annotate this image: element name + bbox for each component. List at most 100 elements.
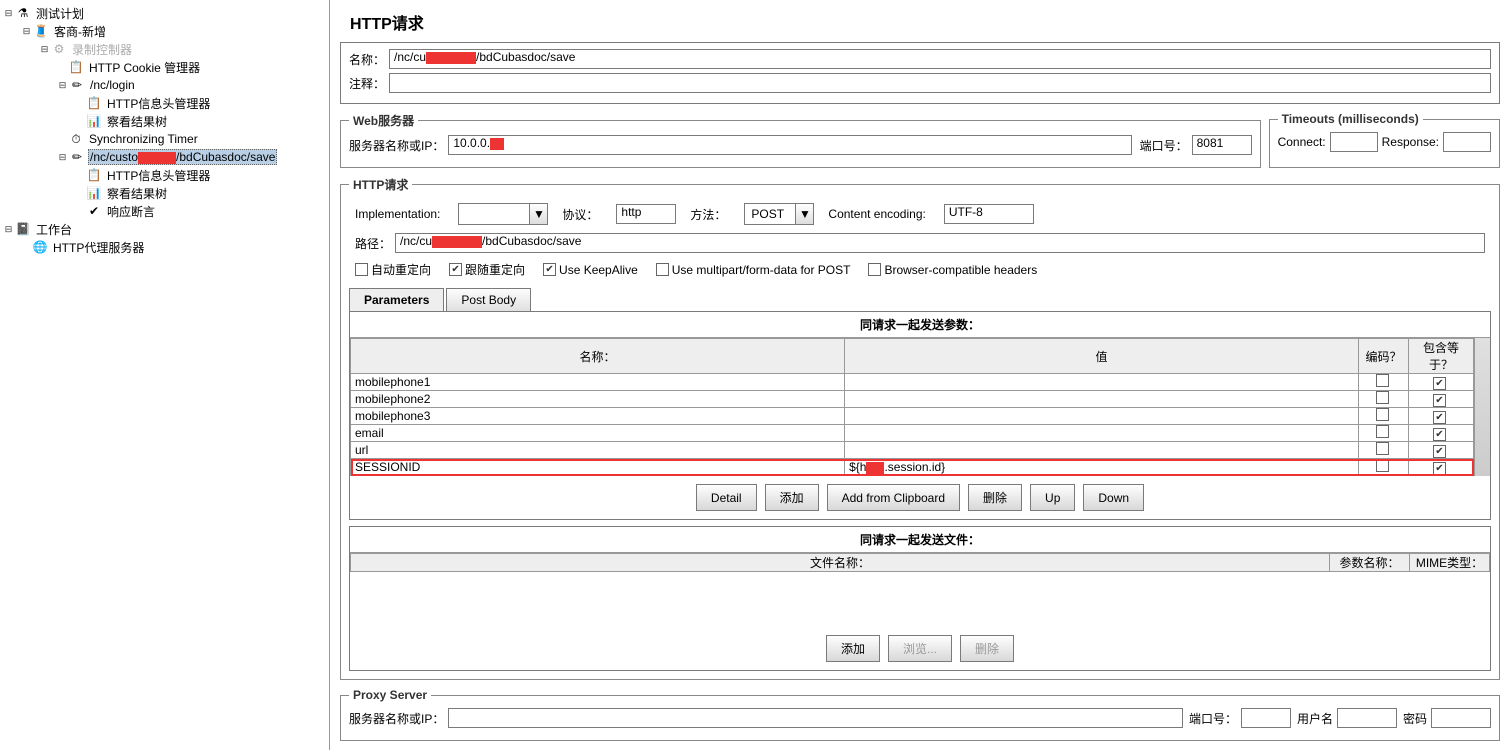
- col-name[interactable]: 名称：: [351, 339, 845, 374]
- results-icon: 📊: [86, 185, 102, 201]
- scrollbar[interactable]: [1474, 338, 1490, 476]
- tree-label: /nc/custo/bdCubasdoc/save: [88, 149, 277, 165]
- cb-follow[interactable]: 跟随重定向: [449, 261, 525, 278]
- proxy-pass-label: 密码: [1403, 710, 1427, 727]
- col-mime[interactable]: MIME类型：: [1410, 554, 1490, 572]
- sampler-icon: ✏: [69, 77, 85, 93]
- name-input[interactable]: /nc/cu/bdCubasdoc/save: [389, 49, 1491, 69]
- delete-button[interactable]: 删除: [968, 484, 1022, 511]
- response-input[interactable]: [1443, 132, 1491, 152]
- tree-results2[interactable]: 📊 察看结果树: [0, 184, 329, 202]
- timer-icon: ⏱: [68, 131, 84, 147]
- workbench-icon: 📓: [15, 221, 31, 237]
- tree-label: 客商-新增: [52, 23, 108, 40]
- chevron-down-icon: ▼: [529, 204, 547, 224]
- proto-label: 协议：: [562, 206, 598, 223]
- response-label: Response:: [1382, 135, 1439, 149]
- params-table-wrap: 同请求一起发送参数： 名称： 值 编码？ 包含等于？ mobilephone1m…: [349, 311, 1491, 520]
- toggle-icon[interactable]: ⊟: [22, 27, 31, 36]
- legend: HTTP请求: [349, 176, 412, 193]
- toggle-icon[interactable]: ⊟: [4, 225, 13, 234]
- impl-label: Implementation:: [355, 207, 440, 221]
- results-icon: 📊: [86, 113, 102, 129]
- tree-label: Synchronizing Timer: [87, 132, 200, 146]
- col-enc[interactable]: 编码？: [1359, 339, 1409, 374]
- connect-input[interactable]: [1330, 132, 1378, 152]
- tree-root[interactable]: ⊟ ⚗ 测试计划: [0, 4, 329, 22]
- legend: Web服务器: [349, 112, 418, 129]
- tree-threadgroup[interactable]: ⊟ 🧵 客商-新增: [0, 22, 329, 40]
- assert-icon: ✔: [86, 203, 102, 219]
- proxy-port-input[interactable]: [1241, 708, 1291, 728]
- tree-sync-timer[interactable]: ⏱ Synchronizing Timer: [0, 130, 329, 148]
- tree-cookie-mgr[interactable]: 📋 HTTP Cookie 管理器: [0, 58, 329, 76]
- toggle-icon[interactable]: ⊟: [4, 9, 13, 18]
- proxy-icon: 🌐: [32, 239, 48, 255]
- tab-postbody[interactable]: Post Body: [446, 288, 531, 311]
- file-delete-button[interactable]: 删除: [960, 635, 1014, 662]
- tree-header-mgr2[interactable]: 📋 HTTP信息头管理器: [0, 166, 329, 184]
- proxy-user-input[interactable]: [1337, 708, 1397, 728]
- port-input[interactable]: 8081: [1192, 135, 1252, 155]
- col-val[interactable]: 值: [845, 339, 1359, 374]
- param-row[interactable]: url: [351, 442, 1474, 459]
- add-clipboard-button[interactable]: Add from Clipboard: [827, 484, 960, 511]
- detail-button[interactable]: Detail: [696, 484, 757, 511]
- comment-input[interactable]: [389, 73, 1491, 93]
- param-row[interactable]: email: [351, 425, 1474, 442]
- toggle-icon[interactable]: ⊟: [40, 45, 49, 54]
- col-inc[interactable]: 包含等于？: [1409, 339, 1474, 374]
- impl-select[interactable]: ▼: [458, 203, 548, 225]
- webserver-fieldset: Web服务器 服务器名称或IP： 10.0.0. 端口号： 8081: [340, 112, 1261, 168]
- tree-assertion[interactable]: ✔ 响应断言: [0, 202, 329, 220]
- param-row-session[interactable]: SESSIONID ${h.session.id}: [351, 459, 1474, 476]
- tree-label: 工作台: [34, 221, 74, 238]
- param-row[interactable]: mobilephone2: [351, 391, 1474, 408]
- enc-input[interactable]: UTF-8: [944, 204, 1034, 224]
- tree-proxy-srv[interactable]: 🌐 HTTP代理服务器: [0, 238, 329, 256]
- timeouts-fieldset: Timeouts (milliseconds) Connect: Respons…: [1269, 112, 1500, 168]
- col-paramname[interactable]: 参数名称：: [1330, 554, 1410, 572]
- proxy-pass-input[interactable]: [1431, 708, 1491, 728]
- add-button[interactable]: 添加: [765, 484, 819, 511]
- param-row[interactable]: mobilephone1: [351, 374, 1474, 391]
- file-browse-button[interactable]: 浏览...: [888, 635, 952, 662]
- cb-autoredirect[interactable]: 自动重定向: [355, 261, 431, 278]
- panel-title: HTTP请求: [350, 10, 1500, 34]
- gear-icon: ⚙: [51, 41, 67, 57]
- cb-browser[interactable]: Browser-compatible headers: [868, 263, 1037, 277]
- server-input[interactable]: 10.0.0.: [448, 135, 1131, 155]
- comment-label: 注释：: [349, 75, 385, 92]
- param-row[interactable]: mobilephone3: [351, 408, 1474, 425]
- file-add-button[interactable]: 添加: [826, 635, 880, 662]
- cb-keepalive[interactable]: Use KeepAlive: [543, 263, 638, 277]
- down-button[interactable]: Down: [1083, 484, 1144, 511]
- path-input[interactable]: /nc/cu/bdCubasdoc/save: [395, 233, 1485, 253]
- spool-icon: 🧵: [33, 23, 49, 39]
- toggle-icon[interactable]: ⊟: [58, 81, 67, 90]
- proxy-server-input[interactable]: [448, 708, 1183, 728]
- tree-workbench[interactable]: ⊟ 📓 工作台: [0, 220, 329, 238]
- config-icon: 📋: [86, 167, 102, 183]
- tree-nc-custo[interactable]: ⊟ ✏ /nc/custo/bdCubasdoc/save: [0, 148, 329, 166]
- tree-label: 响应断言: [105, 203, 157, 220]
- main-panel: HTTP请求 名称： /nc/cu/bdCubasdoc/save 注释： We…: [330, 0, 1510, 750]
- cb-multipart[interactable]: Use multipart/form-data for POST: [656, 263, 851, 277]
- name-label: 名称：: [349, 51, 385, 68]
- tree-panel: ⊟ ⚗ 测试计划 ⊟ 🧵 客商-新增 ⊟ ⚙ 录制控制器 📋 HTTP Cook…: [0, 0, 330, 750]
- tree-label: HTTP信息头管理器: [105, 167, 212, 184]
- method-select[interactable]: POST▼: [744, 203, 814, 225]
- tree-results1[interactable]: 📊 察看结果树: [0, 112, 329, 130]
- tree-nc-login[interactable]: ⊟ ✏ /nc/login: [0, 76, 329, 94]
- tree-recorder[interactable]: ⊟ ⚙ 录制控制器: [0, 40, 329, 58]
- toggle-icon[interactable]: ⊟: [58, 153, 67, 162]
- tree-header-mgr1[interactable]: 📋 HTTP信息头管理器: [0, 94, 329, 112]
- files-table-wrap: 同请求一起发送文件： 文件名称： 参数名称： MIME类型： 添加 浏览... …: [349, 526, 1491, 671]
- tab-parameters[interactable]: Parameters: [349, 288, 444, 311]
- up-button[interactable]: Up: [1030, 484, 1075, 511]
- col-filename[interactable]: 文件名称：: [351, 554, 1330, 572]
- flask-icon: ⚗: [15, 5, 31, 21]
- method-label: 方法：: [690, 206, 726, 223]
- proto-input[interactable]: http: [616, 204, 676, 224]
- legend: Timeouts (milliseconds): [1278, 112, 1423, 126]
